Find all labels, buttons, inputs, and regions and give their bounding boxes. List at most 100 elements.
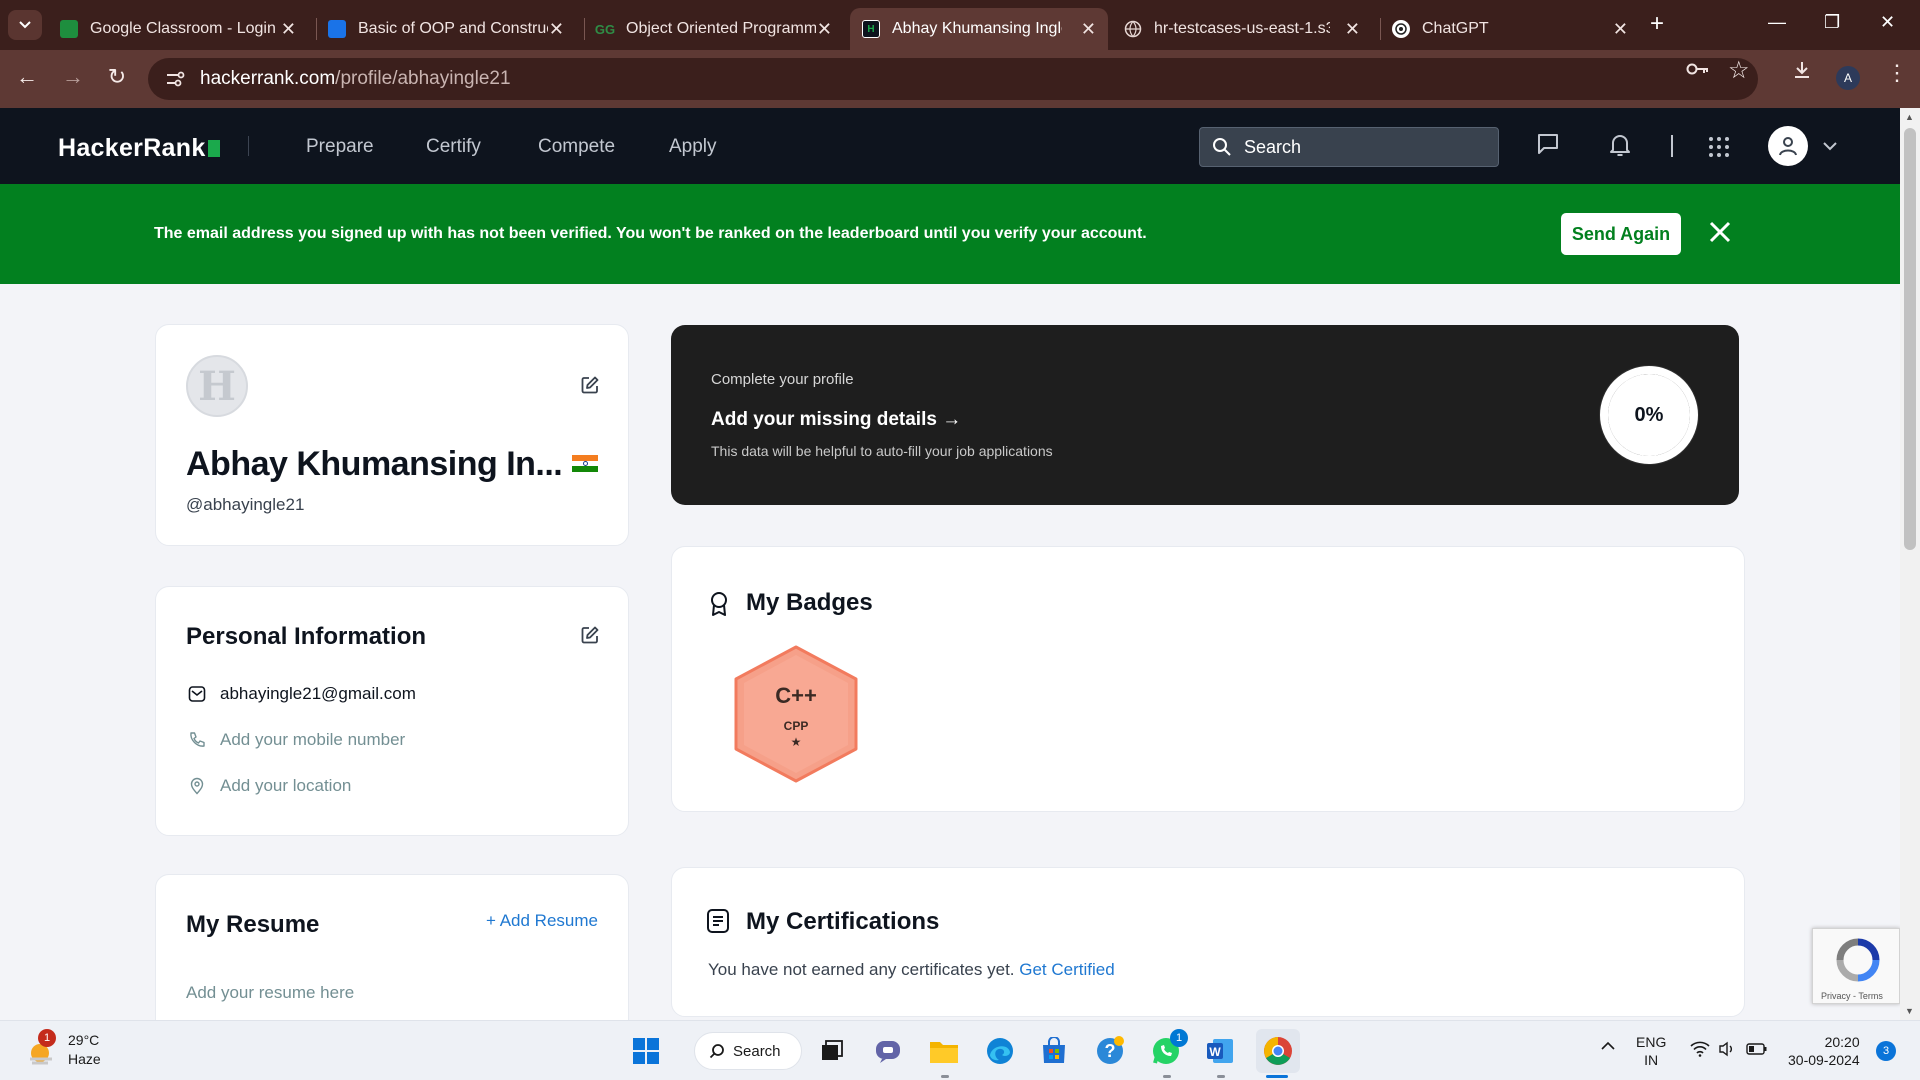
browser-tab[interactable]: GG Object Oriented Programming ✕ (584, 8, 844, 50)
browser-tab[interactable]: hr-testcases-us-east-1.s3.amazonaws.com … (1112, 8, 1372, 50)
add-missing-details-link[interactable]: Add your missing details → (711, 409, 961, 431)
phone-icon (186, 729, 208, 751)
banner-message: The email address you signed up with has… (154, 225, 1147, 242)
browser-tab[interactable]: Google Classroom - Login ✕ (48, 8, 308, 50)
browser-tab[interactable]: Basic of OOP and Constructors ✕ (316, 8, 576, 50)
mobile-placeholder: Add your mobile number (220, 730, 406, 749)
tab-search-button[interactable] (8, 10, 42, 40)
profile-handle: @abhayingle21 (186, 495, 305, 514)
svg-text:?: ? (1105, 1041, 1116, 1061)
tab-title: Abhay Khumansing Ingle - HackerRank (892, 20, 1062, 37)
resume-hint: Add your resume here (186, 983, 355, 1002)
weather-temp: 29°C (68, 1032, 100, 1048)
scroll-down-arrow-icon[interactable]: ▼ (1905, 1006, 1914, 1016)
battery-icon[interactable] (1746, 1042, 1768, 1060)
recaptcha-badge[interactable]: Privacy - Terms (1812, 928, 1900, 1004)
nav-prepare[interactable]: Prepare (306, 136, 374, 158)
send-again-button[interactable]: Send Again (1561, 213, 1681, 255)
whatsapp-icon[interactable]: 1 (1148, 1029, 1188, 1069)
header-vertical-separator (1671, 135, 1673, 157)
scroll-thumb[interactable] (1904, 128, 1916, 550)
more-menu-icon[interactable]: ⋮ (1886, 60, 1908, 86)
mobile-row[interactable]: Add your mobile number (186, 729, 405, 751)
windows-taskbar: 1 29°C Haze Search ? 1 W ENG IN 20:20 30… (0, 1020, 1920, 1080)
reload-icon[interactable]: ↻ (102, 64, 132, 90)
browser-profile-avatar[interactable]: A (1836, 66, 1860, 90)
close-tab-icon[interactable]: ✕ (1345, 19, 1360, 40)
restore-icon[interactable]: ❐ (1824, 12, 1840, 33)
get-certified-link[interactable]: Get Certified (1019, 960, 1114, 979)
close-tab-icon[interactable]: ✕ (281, 19, 296, 40)
mail-icon (186, 683, 208, 705)
region-code: IN (1644, 1052, 1659, 1068)
password-key-icon[interactable] (1686, 60, 1710, 83)
site-settings-icon[interactable] (164, 68, 186, 90)
header-divider (248, 136, 249, 156)
chevron-down-icon[interactable] (1822, 138, 1838, 156)
volume-icon[interactable] (1718, 1041, 1736, 1061)
logo-text: HackerRank (58, 134, 206, 162)
task-view-icon[interactable] (814, 1033, 850, 1069)
address-bar[interactable]: hackerrank.com/profile/abhayingle21 (148, 58, 1758, 100)
cpp-badge-icon[interactable] (732, 645, 860, 783)
recaptcha-links[interactable]: Privacy - Terms (1821, 991, 1883, 1001)
edge-browser-icon[interactable] (982, 1033, 1018, 1069)
chatgpt-icon (1392, 20, 1410, 38)
edit-profile-icon[interactable] (580, 375, 600, 400)
minimize-icon[interactable]: — (1768, 12, 1786, 33)
language-indicator[interactable]: ENG IN (1636, 1033, 1666, 1069)
complete-profile-card[interactable]: Complete your profile Add your missing d… (671, 325, 1739, 505)
add-resume-link[interactable]: + Add Resume (486, 911, 598, 931)
scroll-up-arrow-icon[interactable]: ▲ (1905, 112, 1914, 122)
weather-widget[interactable]: 1 29°C Haze (24, 1029, 101, 1069)
download-icon[interactable] (1792, 60, 1812, 86)
file-explorer-icon[interactable] (926, 1033, 962, 1069)
wifi-icon[interactable] (1690, 1041, 1710, 1061)
bookmark-star-icon[interactable]: ☆ (1728, 56, 1750, 85)
apps-grid-icon[interactable] (1708, 136, 1730, 163)
url-path: /profile/abhayingle21 (335, 68, 511, 89)
search-input[interactable]: Search (1199, 127, 1499, 167)
new-tab-button[interactable]: + (1650, 12, 1664, 36)
microsoft-store-icon[interactable] (1036, 1033, 1072, 1069)
nav-certify[interactable]: Certify (426, 136, 481, 158)
location-pin-icon (186, 775, 208, 797)
close-window-icon[interactable]: ✕ (1880, 12, 1895, 33)
back-arrow-icon[interactable]: ← (12, 64, 42, 90)
close-tab-icon[interactable]: ✕ (817, 19, 832, 40)
logo-square (207, 140, 220, 157)
show-hidden-icons-icon[interactable] (1600, 1037, 1616, 1055)
clock[interactable]: 20:20 30-09-2024 (1788, 1033, 1860, 1069)
close-tab-icon[interactable]: ✕ (1613, 19, 1628, 40)
badge-name: CPP (783, 719, 809, 733)
badge-ribbon-icon (708, 591, 730, 622)
close-icon[interactable] (1706, 218, 1734, 251)
badges-card: My Badges C++ CPP ★ (671, 546, 1745, 812)
tab-title: Basic of OOP and Constructors (358, 20, 548, 37)
close-tab-icon[interactable]: ✕ (1081, 19, 1096, 40)
browser-tab[interactable]: ChatGPT ✕ (1380, 8, 1640, 50)
forward-arrow-icon[interactable]: → (58, 64, 88, 90)
close-tab-icon[interactable]: ✕ (549, 19, 564, 40)
notifications-bell-icon[interactable] (1608, 132, 1632, 163)
email-verification-banner: The email address you signed up with has… (0, 184, 1900, 284)
help-tips-icon[interactable]: ? (1092, 1033, 1128, 1069)
browser-tab-active[interactable]: H Abhay Khumansing Ingle - HackerRank ✕ (850, 8, 1108, 50)
teams-chat-icon[interactable] (870, 1033, 906, 1069)
taskbar-search-button[interactable]: Search (694, 1032, 802, 1070)
user-avatar[interactable] (1768, 126, 1808, 166)
badge-star: ★ (790, 735, 802, 749)
page-scrollbar[interactable]: ▲ ▼ (1900, 108, 1920, 1020)
word-icon[interactable]: W (1202, 1033, 1238, 1069)
messages-icon[interactable] (1536, 132, 1560, 161)
nav-apply[interactable]: Apply (669, 136, 717, 158)
hackerrank-logo[interactable]: HackerRank (58, 134, 220, 163)
chrome-icon[interactable] (1256, 1029, 1300, 1073)
nav-compete[interactable]: Compete (538, 136, 615, 158)
location-row[interactable]: Add your location (186, 775, 351, 797)
windows-start-icon[interactable] (628, 1033, 664, 1069)
edit-info-icon[interactable] (580, 625, 600, 650)
profile-page-content: H Abhay Khumansing In... @abhayingle21 P… (0, 284, 1900, 1020)
search-placeholder: Search (1244, 136, 1302, 157)
notification-center-badge[interactable]: 3 (1876, 1041, 1896, 1061)
